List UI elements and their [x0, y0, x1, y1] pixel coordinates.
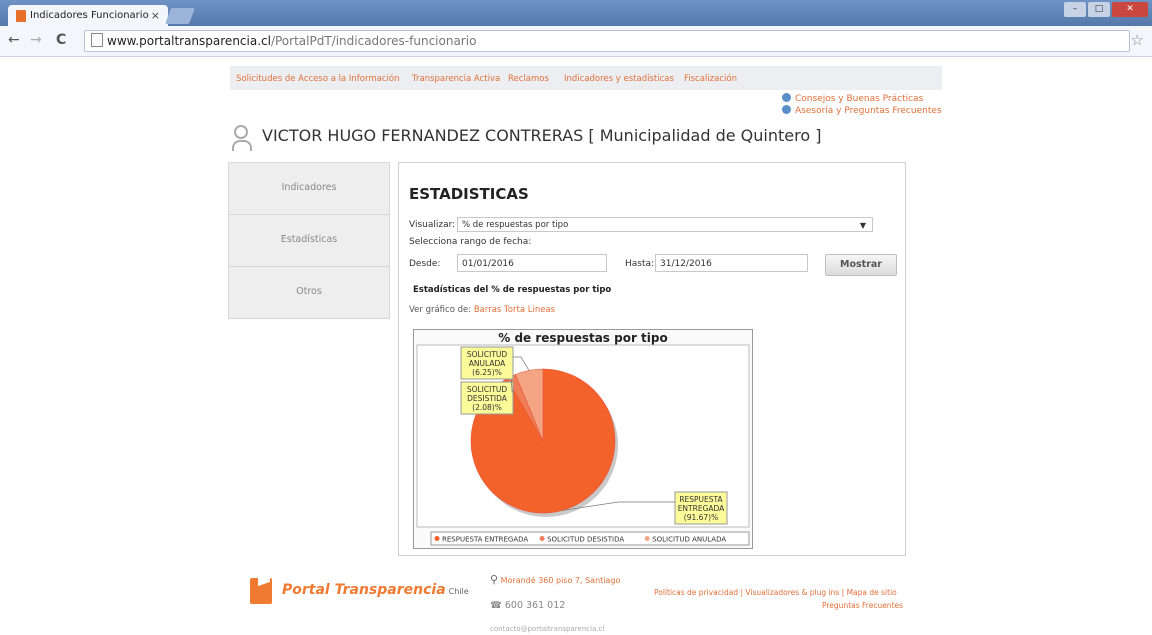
- link-lineas[interactable]: Lineas: [528, 305, 555, 315]
- user-icon: [232, 125, 252, 151]
- browser-tab-bar: Indicadores Funcionario × – □ ✕: [0, 0, 1152, 26]
- new-tab-button[interactable]: [165, 8, 195, 24]
- phone-icon: ☎: [490, 600, 502, 611]
- link-barras[interactable]: Barras: [474, 305, 502, 315]
- side-menu-indicadores[interactable]: Indicadores: [228, 162, 390, 214]
- user-name: VICTOR HUGO FERNANDEZ CONTRERAS [ Munici…: [262, 126, 822, 145]
- globe-icon: [782, 93, 791, 102]
- chart-legend: RESPUESTA ENTREGADA SOLICITUD DESISTIDA SO…: [434, 536, 726, 544]
- page-title: ESTADISTICAS: [409, 185, 529, 203]
- legend-marker-1: [539, 536, 545, 541]
- svg-text:(6.25)%: (6.25)%: [472, 368, 502, 377]
- menu-item-indicadores[interactable]: Indicadores y estadísticas: [564, 74, 674, 84]
- chart-subtitle: Estadísticas del % de respuestas por tip…: [413, 285, 612, 295]
- globe-icon: [782, 105, 791, 114]
- minimize-button[interactable]: –: [1064, 2, 1086, 17]
- chevron-down-icon: ▼: [859, 221, 866, 230]
- visualizar-value: % de respuestas por tipo: [462, 220, 569, 230]
- bookmark-star-icon[interactable]: ☆: [1131, 31, 1144, 49]
- side-menu: Indicadores Estadísticas Otros: [228, 162, 390, 319]
- footer-brand-country: Chile: [448, 587, 469, 596]
- tab-title: Indicadores Funcionario: [30, 10, 149, 21]
- top-links: Consejos y Buenas Prácticas Asesoría y P…: [782, 93, 942, 117]
- mostrar-button[interactable]: Mostrar: [825, 254, 897, 276]
- side-menu-otros[interactable]: Otros: [228, 266, 390, 319]
- pie-chart: % de respuestas por tipo RESPUESTAENTREG…: [413, 329, 753, 549]
- svg-text:ANULADA: ANULADA: [469, 359, 506, 368]
- svg-text:SOLICITUD: SOLICITUD: [467, 385, 508, 394]
- portal-logo-icon: [250, 578, 272, 604]
- page-icon: [91, 33, 103, 47]
- footer-phone: ☎ 600 361 012: [490, 600, 566, 611]
- menu-item-transparencia-activa[interactable]: Transparencia Activa: [412, 74, 500, 84]
- rango-label: Selecciona rango de fecha:: [409, 237, 532, 247]
- url-path: /PortalPdT/indicadores-funcionario: [270, 34, 477, 48]
- chart-title: % de respuestas por tipo: [498, 331, 668, 345]
- menu-item-fiscalizacion[interactable]: Fiscalización: [684, 74, 737, 84]
- maximize-button[interactable]: □: [1088, 2, 1110, 17]
- map-pin-icon: ⚲: [490, 573, 499, 586]
- menu-item-solicitudes[interactable]: Solicitudes de Acceso a la Información: [236, 74, 399, 84]
- legend-label-0: RESPUESTA ENTREGADA: [442, 536, 528, 544]
- statistics-panel: ESTADISTICAS Visualizar: % de respuestas…: [398, 162, 906, 556]
- ver-label: Ver gráfico de:: [409, 305, 472, 315]
- svg-text:SOLICITUD: SOLICITUD: [467, 350, 508, 359]
- chart-type-links: Ver gráfico de: Barras Torta Lineas: [409, 305, 555, 315]
- desde-label: Desde:: [409, 259, 441, 269]
- desde-input[interactable]: 01/01/2016: [457, 254, 607, 272]
- top-link-asesoria[interactable]: Asesoría y Preguntas Frecuentes: [782, 105, 942, 117]
- legend-label-2: SOLICITUD ANULADA: [652, 536, 726, 544]
- svg-text:(91.67)%: (91.67)%: [684, 513, 718, 522]
- browser-toolbar: ← → C www.portaltransparencia.cl/PortalP…: [0, 26, 1152, 57]
- window-controls: – □ ✕: [1064, 2, 1148, 17]
- browser-tab[interactable]: Indicadores Funcionario ×: [8, 5, 168, 26]
- footer-email[interactable]: contacto@portaltransparencia.cl: [490, 625, 604, 633]
- site-menu: Solicitudes de Acceso a la Información T…: [230, 66, 942, 90]
- footer-brand: Portal Transparencia: [282, 582, 446, 598]
- footer-links[interactable]: Políticas de privacidad | Visualizadores…: [654, 588, 897, 597]
- svg-text:DESISTIDA: DESISTIDA: [467, 394, 508, 403]
- visualizar-label: Visualizar:: [409, 220, 456, 230]
- favicon-icon: [16, 9, 26, 22]
- visualizar-select[interactable]: % de respuestas por tipo ▼: [457, 217, 873, 232]
- footer-address: ⚲ Morandé 360 piso 7, Santiago: [490, 573, 621, 586]
- hasta-input[interactable]: 31/12/2016: [655, 254, 808, 272]
- url-host: www.portaltransparencia.cl: [107, 34, 271, 48]
- forward-icon[interactable]: →: [30, 32, 42, 48]
- back-icon[interactable]: ←: [8, 32, 20, 48]
- pie-label-1: SOLICITUDDESISTIDA(2.08)%: [460, 376, 514, 415]
- link-torta[interactable]: Torta: [504, 305, 525, 315]
- legend-marker-2: [644, 536, 650, 541]
- reload-icon[interactable]: C: [56, 32, 66, 48]
- close-window-button[interactable]: ✕: [1112, 2, 1148, 17]
- legend-label-1: SOLICITUD DESISTIDA: [547, 536, 624, 544]
- side-menu-estadisticas[interactable]: Estadísticas: [228, 214, 390, 266]
- legend-marker-0: [434, 536, 440, 541]
- tab-close-icon[interactable]: ×: [151, 9, 160, 22]
- address-bar[interactable]: www.portaltransparencia.cl/PortalPdT/ind…: [84, 30, 1130, 52]
- svg-text:(2.08)%: (2.08)%: [472, 403, 502, 412]
- top-link-consejos[interactable]: Consejos y Buenas Prácticas: [782, 93, 942, 105]
- footer-link-preguntas[interactable]: Preguntas Frecuentes: [822, 601, 903, 610]
- menu-item-reclamos[interactable]: Reclamos: [508, 74, 549, 84]
- svg-text:RESPUESTA: RESPUESTA: [679, 495, 723, 504]
- svg-text:ENTREGADA: ENTREGADA: [678, 504, 725, 513]
- hasta-label: Hasta:: [625, 259, 655, 269]
